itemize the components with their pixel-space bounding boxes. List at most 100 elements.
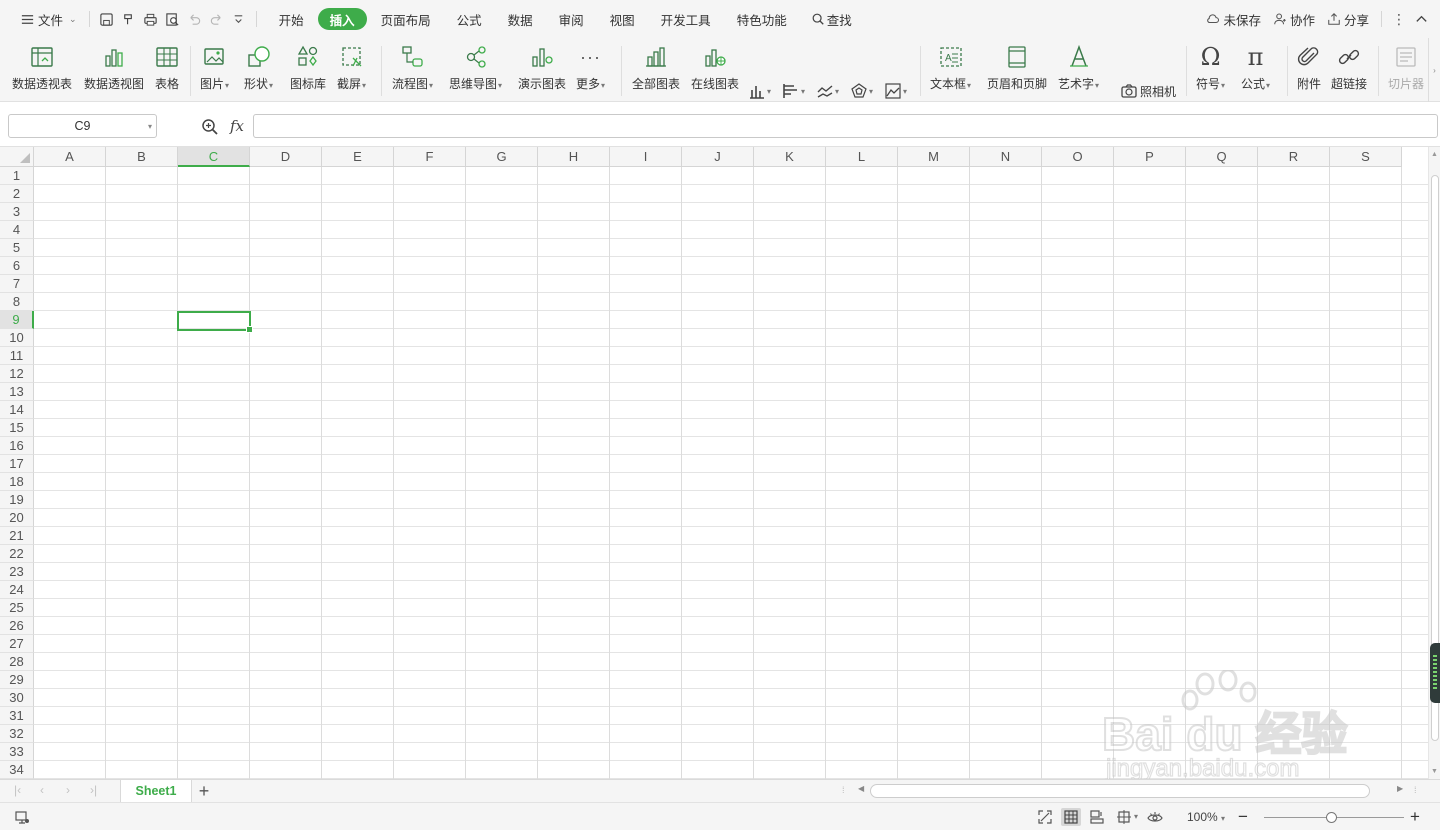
column-header[interactable]: J — [682, 147, 754, 167]
select-all-corner[interactable] — [0, 147, 34, 167]
demo-chart-button[interactable]: 演示图表 — [518, 40, 566, 92]
next-sheet-icon[interactable]: › — [66, 783, 70, 797]
more-button[interactable]: ··· 更多▾ — [576, 40, 605, 92]
tab-6[interactable]: 视图 — [598, 8, 647, 30]
add-sheet-button[interactable]: + — [194, 780, 214, 802]
scroll-left-icon[interactable]: ◀ — [858, 784, 864, 793]
column-chart-dropdown[interactable]: ▾ — [748, 82, 771, 100]
symbol-button[interactable]: Ω 符号▾ — [1196, 40, 1225, 92]
online-chart-button[interactable]: 在线图表 — [691, 40, 739, 92]
row-header[interactable]: 30 — [0, 689, 34, 707]
column-header[interactable]: Q — [1186, 147, 1258, 167]
tab-7[interactable]: 开发工具 — [649, 8, 723, 30]
row-header[interactable]: 20 — [0, 509, 34, 527]
row-header[interactable]: 25 — [0, 599, 34, 617]
row-header[interactable]: 14 — [0, 401, 34, 419]
tab-0[interactable]: 开始 — [267, 8, 316, 30]
scroll-down-icon[interactable]: ▼ — [1431, 768, 1438, 775]
area-chart-dropdown[interactable]: ▾ — [884, 82, 907, 100]
collapse-ribbon-icon[interactable] — [1410, 7, 1432, 31]
tab-4[interactable]: 数据 — [496, 8, 545, 30]
zoom-formula-icon[interactable] — [200, 117, 220, 137]
ribbon-scroll-right[interactable]: › — [1428, 38, 1440, 102]
row-header[interactable]: 23 — [0, 563, 34, 581]
name-box[interactable]: C9 ▾ — [8, 114, 157, 138]
row-header[interactable]: 1 — [0, 167, 34, 185]
print-preview-icon[interactable] — [162, 7, 184, 31]
zoom-slider-knob[interactable] — [1326, 812, 1337, 823]
redo-icon[interactable] — [206, 7, 228, 31]
last-sheet-icon[interactable]: ›| — [90, 783, 97, 797]
column-header[interactable]: C — [178, 147, 250, 167]
screenshot-button[interactable]: 截屏▾ — [337, 40, 366, 92]
column-header[interactable]: B — [106, 147, 178, 167]
cell-area[interactable] — [34, 167, 1428, 779]
row-header[interactable]: 11 — [0, 347, 34, 365]
column-header[interactable]: P — [1114, 147, 1186, 167]
header-footer-button[interactable]: 页眉和页脚 — [987, 40, 1047, 92]
attachment-button[interactable]: 附件 — [1296, 40, 1322, 92]
row-header[interactable]: 18 — [0, 473, 34, 491]
row-header[interactable]: 24 — [0, 581, 34, 599]
row-header[interactable]: 27 — [0, 635, 34, 653]
column-header[interactable]: H — [538, 147, 610, 167]
print-icon[interactable] — [140, 7, 162, 31]
row-header[interactable]: 31 — [0, 707, 34, 725]
all-charts-button[interactable]: 全部图表 — [632, 40, 680, 92]
sheet-tab[interactable]: Sheet1 — [120, 780, 192, 802]
format-painter-icon[interactable] — [118, 7, 140, 31]
table-button[interactable]: 表格 — [154, 40, 180, 92]
column-header[interactable]: A — [34, 147, 106, 167]
flowchart-button[interactable]: 流程图▾ — [392, 40, 433, 92]
zoom-out-button[interactable]: − — [1238, 807, 1248, 827]
row-header[interactable]: 5 — [0, 239, 34, 257]
fullscreen-icon[interactable] — [1035, 808, 1055, 826]
wordart-button[interactable]: 艺术字▾ — [1058, 40, 1099, 92]
row-header[interactable]: 13 — [0, 383, 34, 401]
prev-sheet-icon[interactable]: ‹ — [40, 783, 44, 797]
row-header[interactable]: 15 — [0, 419, 34, 437]
bar-chart-dropdown[interactable]: ▾ — [782, 82, 805, 100]
column-header[interactable]: O — [1042, 147, 1114, 167]
tab-5[interactable]: 审阅 — [547, 8, 596, 30]
tab-8[interactable]: 特色功能 — [725, 8, 799, 30]
column-header[interactable]: F — [394, 147, 466, 167]
column-header[interactable]: I — [610, 147, 682, 167]
horizontal-scroll-thumb[interactable] — [870, 784, 1370, 798]
more-vertical-icon[interactable]: ⋮ — [1388, 7, 1410, 31]
shape-button[interactable]: 形状▾ — [244, 40, 273, 92]
column-header[interactable]: R — [1258, 147, 1330, 167]
row-header[interactable]: 17 — [0, 455, 34, 473]
formula-button[interactable]: π 公式▾ — [1241, 40, 1270, 92]
zoom-level-dropdown[interactable]: 100% ▾ — [1187, 810, 1225, 824]
row-header[interactable]: 8 — [0, 293, 34, 311]
radar-chart-dropdown[interactable]: ▾ — [850, 82, 873, 100]
first-sheet-icon[interactable]: |‹ — [14, 783, 21, 797]
row-header[interactable]: 34 — [0, 761, 34, 779]
normal-view-icon[interactable] — [1061, 808, 1081, 826]
row-header[interactable]: 2 — [0, 185, 34, 203]
side-panel-toggle[interactable] — [1430, 643, 1440, 703]
row-header[interactable]: 33 — [0, 743, 34, 761]
search-command[interactable]: 查找 — [805, 7, 858, 31]
formula-input[interactable] — [253, 114, 1438, 138]
column-header[interactable]: S — [1330, 147, 1402, 167]
row-header[interactable]: 28 — [0, 653, 34, 671]
unsaved-button[interactable]: 未保存 — [1200, 7, 1267, 31]
slicer-button[interactable]: 切片器 — [1388, 40, 1424, 92]
split-grip[interactable]: ⁞ — [1414, 785, 1417, 795]
macro-record-icon[interactable] — [12, 808, 32, 826]
line-chart-dropdown[interactable]: ▾ — [816, 82, 839, 100]
pivot-table-button[interactable]: 数据透视表 — [12, 40, 72, 92]
column-header[interactable]: G — [466, 147, 538, 167]
column-header[interactable]: D — [250, 147, 322, 167]
tab-3[interactable]: 公式 — [445, 8, 494, 30]
tab-1[interactable]: 插入 — [317, 8, 367, 30]
scroll-right-icon[interactable]: ▶ — [1397, 784, 1403, 793]
page-break-view-icon[interactable] — [1087, 808, 1107, 826]
column-header[interactable]: N — [970, 147, 1042, 167]
row-header[interactable]: 21 — [0, 527, 34, 545]
row-header[interactable]: 19 — [0, 491, 34, 509]
column-header[interactable]: E — [322, 147, 394, 167]
caret-down-icon[interactable]: ▾ — [1134, 812, 1138, 821]
